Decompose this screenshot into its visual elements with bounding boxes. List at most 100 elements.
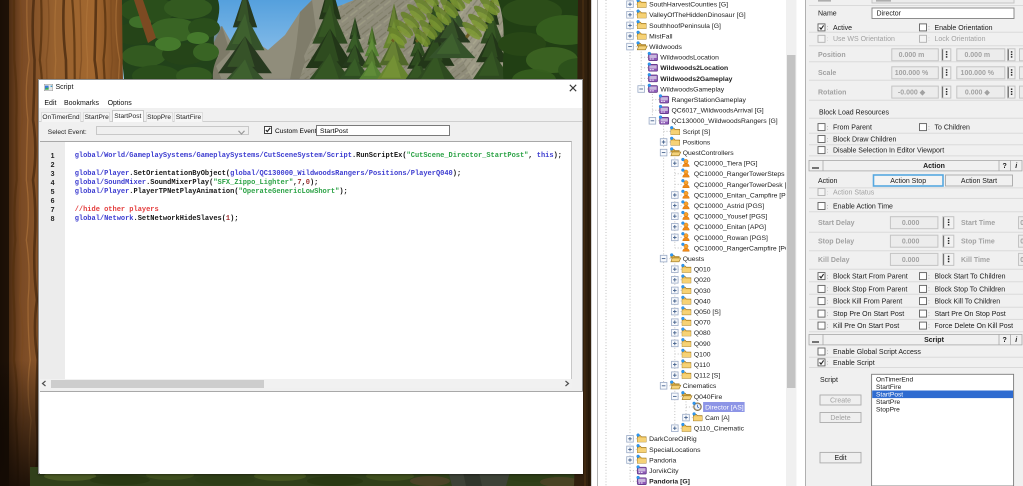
svg-text:Pandoria: Pandoria — [649, 457, 676, 464]
svg-text:Script [S]: Script [S] — [682, 129, 710, 136]
svg-text:Block Kill From Parent: Block Kill From Parent — [833, 299, 902, 306]
svg-text:Start Time: Start Time — [961, 220, 995, 227]
svg-text:Block Stop To Children: Block Stop To Children — [935, 286, 1006, 293]
svg-text:Kill Delay: Kill Delay — [818, 257, 850, 264]
svg-text:?: ? — [1003, 337, 1007, 344]
svg-text:Director [AS]: Director [AS] — [705, 404, 744, 411]
svg-text:Action Start: Action Start — [961, 178, 997, 185]
svg-text:Pandoria [G]: Pandoria [G] — [649, 479, 690, 486]
svg-text:Wildwoods2Gameplay: Wildwoods2Gameplay — [660, 76, 732, 83]
svg-text:Scale: Scale — [818, 70, 836, 77]
svg-text:Q110: Q110 — [693, 362, 709, 369]
svg-text:Enable Action Time: Enable Action Time — [833, 203, 893, 210]
svg-text:QC10000_RangerCampfire [PG]: QC10000_RangerCampfire [PG] — [693, 245, 791, 252]
svg-text:Block Load Resources: Block Load Resources — [819, 110, 890, 117]
svg-text:Rotation: Rotation — [818, 90, 846, 97]
svg-text:Enable Orientation: Enable Orientation — [935, 25, 993, 32]
svg-text:DarkCoreOilRig: DarkCoreOilRig — [649, 436, 697, 443]
svg-text:Use WS Orientation: Use WS Orientation — [833, 36, 895, 43]
svg-text:Quests: Quests — [682, 256, 704, 263]
svg-text:Positions: Positions — [682, 139, 710, 146]
svg-text:Block Start From Parent: Block Start From Parent — [833, 274, 908, 281]
svg-text:QC10000_RangerTowerSteps [PG]: QC10000_RangerTowerSteps [PG] — [693, 171, 799, 178]
svg-text:Stop Pre On Start Post: Stop Pre On Start Post — [833, 311, 904, 318]
svg-text:JorvikCity: JorvikCity — [649, 468, 679, 475]
svg-text:Q050 [S]: Q050 [S] — [693, 309, 720, 316]
svg-text:Create: Create — [830, 397, 851, 404]
svg-text:Name: Name — [818, 11, 837, 18]
svg-text:Cinematics: Cinematics — [682, 383, 716, 390]
svg-text:SouthhoofPeninsula [G]: SouthhoofPeninsula [G] — [649, 23, 721, 30]
svg-text:SpecialLocations: SpecialLocations — [649, 447, 701, 454]
svg-text:Q040: Q040 — [693, 298, 710, 305]
svg-text:RangerStationGameplay: RangerStationGameplay — [671, 97, 746, 104]
svg-text:Edit: Edit — [834, 455, 846, 462]
svg-text:QC10000_Enitan_Campfire [PG]: QC10000_Enitan_Campfire [PG] — [693, 192, 792, 199]
svg-text:WildwoodsGameplay: WildwoodsGameplay — [660, 86, 724, 93]
svg-text:QC6017_WildwoodsArrival [G]: QC6017_WildwoodsArrival [G] — [671, 108, 763, 115]
svg-text:Disable Selection In Editor Vi: Disable Selection In Editor Viewport — [833, 148, 944, 155]
svg-text:Position: Position — [818, 52, 846, 59]
svg-text:Script: Script — [924, 337, 945, 344]
svg-text:Q110_Cinematic: Q110_Cinematic — [693, 426, 744, 433]
svg-text:Force Delete On Kill Post: Force Delete On Kill Post — [935, 323, 1014, 330]
svg-text:Kill Pre On Start Post: Kill Pre On Start Post — [833, 323, 899, 330]
svg-text:0.000: 0.000 — [902, 239, 920, 246]
svg-text:0.000 m: 0.000 m — [964, 52, 990, 59]
svg-text:QC130000_WildwoodsRangers [G]: QC130000_WildwoodsRangers [G] — [671, 118, 777, 125]
svg-text:Wildwoods2Location: Wildwoods2Location — [660, 65, 728, 72]
svg-text:Script: Script — [820, 377, 838, 384]
svg-text:Cam [A]: Cam [A] — [705, 415, 730, 422]
svg-text:Q030: Q030 — [693, 288, 710, 295]
svg-text:Q112 [S]: Q112 [S] — [693, 373, 719, 380]
svg-text:Block Stop From Parent: Block Stop From Parent — [833, 286, 907, 293]
svg-text:Action Status: Action Status — [833, 189, 875, 196]
svg-text:Action: Action — [923, 163, 945, 170]
svg-text:Block Draw Children: Block Draw Children — [833, 136, 897, 143]
svg-text:Action Stop: Action Stop — [890, 178, 926, 185]
svg-text:Stop Time: Stop Time — [961, 239, 995, 246]
svg-text:Stop Delay: Stop Delay — [818, 239, 854, 246]
svg-text:Start Delay: Start Delay — [818, 220, 855, 227]
svg-text:Q080: Q080 — [693, 330, 710, 337]
svg-text:Q040Fire: Q040Fire — [693, 394, 722, 401]
svg-text:Q020: Q020 — [693, 277, 710, 284]
svg-text:Action: Action — [818, 178, 838, 185]
svg-text:StartFire: StartFire — [876, 384, 902, 391]
svg-text:Q090: Q090 — [693, 341, 710, 348]
svg-text:Q010: Q010 — [693, 267, 710, 274]
svg-text:Director: Director — [877, 11, 902, 18]
svg-text:QC10000_Enitan [APG]: QC10000_Enitan [APG] — [693, 224, 765, 231]
svg-text:QC10000_RangerTowerDesk [PG]: QC10000_RangerTowerDesk [PG] — [693, 182, 797, 189]
svg-text:OnTimerEnd: OnTimerEnd — [876, 376, 913, 383]
svg-text:Delete: Delete — [830, 415, 850, 422]
svg-text:QC10000_Tiera [PG]: QC10000_Tiera [PG] — [693, 161, 757, 168]
svg-text:0.000 m: 0.000 m — [899, 52, 925, 59]
svg-text:Start Pre On Stop Post: Start Pre On Stop Post — [935, 311, 1006, 318]
svg-text:100.000 %: 100.000 % — [961, 70, 995, 77]
svg-text:Active: Active — [833, 25, 852, 32]
svg-text:SouthHarvestCounties [G]: SouthHarvestCounties [G] — [649, 2, 728, 9]
svg-text:QC10000_Astrid [PGS]: QC10000_Astrid [PGS] — [693, 203, 763, 210]
svg-text:Kill Time: Kill Time — [961, 257, 990, 264]
svg-text:MistFall: MistFall — [649, 33, 673, 40]
svg-text:?: ? — [1003, 163, 1007, 170]
svg-text:StartPost: StartPost — [876, 392, 903, 399]
svg-text:Wildwoods: Wildwoods — [649, 44, 682, 51]
svg-text:WildwoodsLocation: WildwoodsLocation — [660, 55, 719, 62]
svg-text:ValleyOfTheHiddenDinosaur [G]: ValleyOfTheHiddenDinosaur [G] — [649, 12, 746, 19]
svg-text:100.000 %: 100.000 % — [895, 70, 929, 77]
svg-text:From Parent: From Parent — [833, 125, 872, 132]
svg-text:0.000: 0.000 — [902, 257, 920, 264]
svg-text:-0.000 ◆: -0.000 ◆ — [898, 90, 926, 97]
svg-text:0.000 ◆: 0.000 ◆ — [965, 90, 990, 97]
svg-text:0.000: 0.000 — [902, 220, 920, 227]
svg-text:Q100: Q100 — [693, 351, 710, 358]
svg-text:QC10000_Rowan [PGS]: QC10000_Rowan [PGS] — [693, 235, 767, 242]
svg-text:Block Kill To Children: Block Kill To Children — [935, 299, 1001, 306]
svg-text:Lock Orientation: Lock Orientation — [935, 36, 986, 43]
svg-text:Enable Script: Enable Script — [833, 360, 875, 367]
svg-text:QC10000_Yousef [PGS]: QC10000_Yousef [PGS] — [693, 214, 767, 221]
svg-text:StartPre: StartPre — [876, 399, 901, 406]
svg-text:QuestControllers: QuestControllers — [682, 150, 734, 157]
